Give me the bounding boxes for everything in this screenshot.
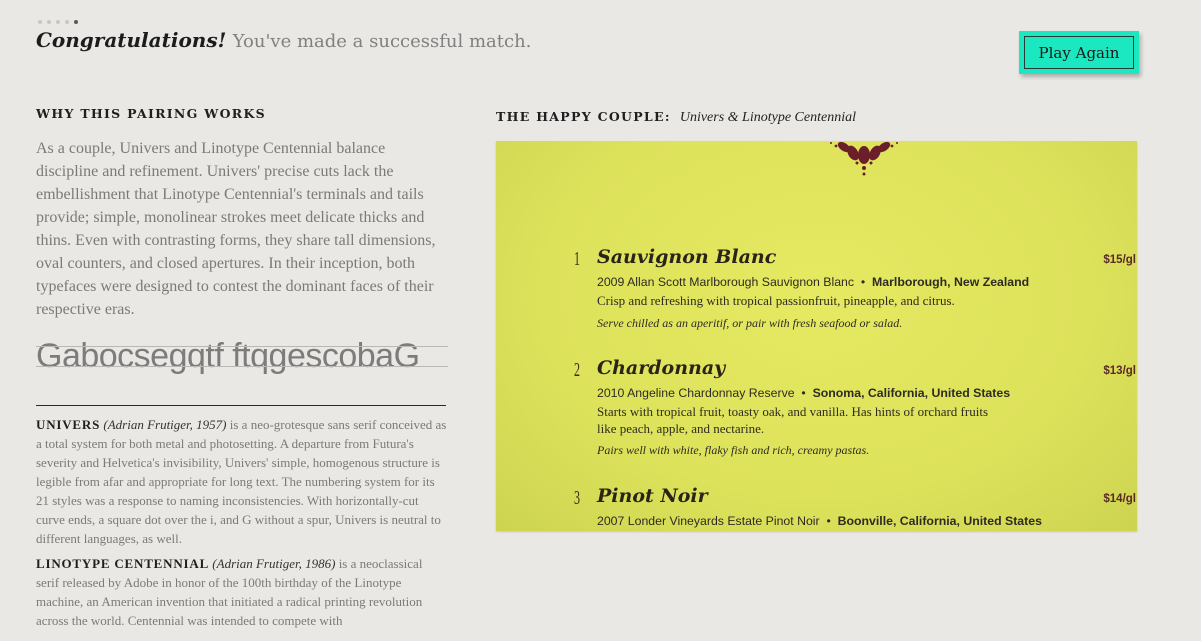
wine-detail: 2007 Londer Vineyards Estate Pinot Noir … [597,514,1042,528]
bio-name: UNIVERS [36,417,101,432]
wine-price: $14/gl [1103,493,1136,505]
bio-univers: UNIVERS (Adrian Frutiger, 1957) is a neo… [36,415,448,548]
progress-dot [56,20,60,24]
wine-description: Crisp and refreshing with tropical passi… [597,293,955,308]
wine-region: Boonville, California, United States [837,514,1042,528]
progress-dot [47,20,51,24]
play-again-button[interactable]: Play Again [1019,31,1139,74]
pairing-heading: WHY THIS PAIRING WORKS [36,106,266,121]
couple-heading: THE HAPPY COUPLE: [496,109,671,124]
play-again-label: Play Again [1024,36,1134,69]
progress-dot [38,20,42,24]
pairing-description: As a couple, Univers and Linotype Centen… [36,140,436,318]
wine-price: $15/gl [1103,254,1136,266]
wine-title: Chardonnay [597,357,726,379]
wine-region: Marlborough, New Zealand [872,275,1030,289]
wine-number: 3 [574,487,580,509]
wine-item: 1 Sauvignon Blanc $15/gl 2009 Allan Scot… [574,246,1136,336]
specimen-guide-line [36,346,448,347]
wine-vintage: 2007 Londer Vineyards Estate Pinot Noir [597,514,820,528]
wine-region: Sonoma, California, United States [812,386,1011,400]
congrats-text: Congratulations! [36,28,227,52]
result-headline: Congratulations! You've made a successfu… [36,28,531,52]
result-message: You've made a successful match. [232,31,532,52]
wine-serving-note: Serve chilled as an aperitif, or pair wi… [597,316,903,330]
wine-detail: 2009 Allan Scott Marlborough Sauvignon B… [597,275,1030,289]
bio-name: LINOTYPE CENTENNIAL [36,556,210,571]
wine-menu-sample: 1 Sauvignon Blanc $15/gl 2009 Allan Scot… [496,141,1137,531]
wine-title: Sauvignon Blanc [597,246,777,268]
divider [36,405,446,406]
wine-vintage: 2010 Angeline Chardonnay Reserve [597,386,795,400]
wine-vintage: 2009 Allan Scott Marlborough Sauvignon B… [597,275,855,289]
bio-meta: (Adrian Frutiger, 1957) [103,417,227,432]
couple-header: THE HAPPY COUPLE: Univers & Linotype Cen… [496,106,856,126]
wine-item: 2 Chardonnay $13/gl 2010 Angeline Chardo… [574,357,1136,467]
wine-detail: 2010 Angeline Chardonnay Reserve • Sonom… [597,386,1011,400]
wine-number: 1 [574,248,580,270]
pairing-column: WHY THIS PAIRING WORKS As a couple, Univ… [36,106,448,636]
flower-ornament-icon [830,141,898,176]
couple-names: Univers & Linotype Centennial [679,110,856,125]
progress-dot-current [74,20,78,24]
wine-item: 3 Pinot Noir $14/gl 2007 Londer Vineyard… [574,485,1136,531]
typeface-bios: UNIVERS (Adrian Frutiger, 1957) is a neo… [36,415,448,630]
wine-number: 2 [574,359,580,381]
wine-description: Starts with tropical fruit, toasty oak, … [597,404,988,436]
wine-price: $13/gl [1103,365,1136,377]
specimen-guide-line [36,366,448,367]
wine-title: Pinot Noir [597,485,708,507]
specimen-text: Gabocsegqtf ftqgescobaG [36,337,420,375]
progress-dots [38,20,78,24]
wine-serving-note: Pairs well with white, flaky fish and ri… [597,443,870,457]
bio-meta: (Adrian Frutiger, 1986) [212,556,336,571]
type-specimen: Gabocsegqtf ftqgescobaG [36,336,448,378]
bio-text: is a neo-grotesque sans serif conceived … [36,417,447,546]
bio-centennial: LINOTYPE CENTENNIAL (Adrian Frutiger, 19… [36,554,448,630]
progress-dot [65,20,69,24]
